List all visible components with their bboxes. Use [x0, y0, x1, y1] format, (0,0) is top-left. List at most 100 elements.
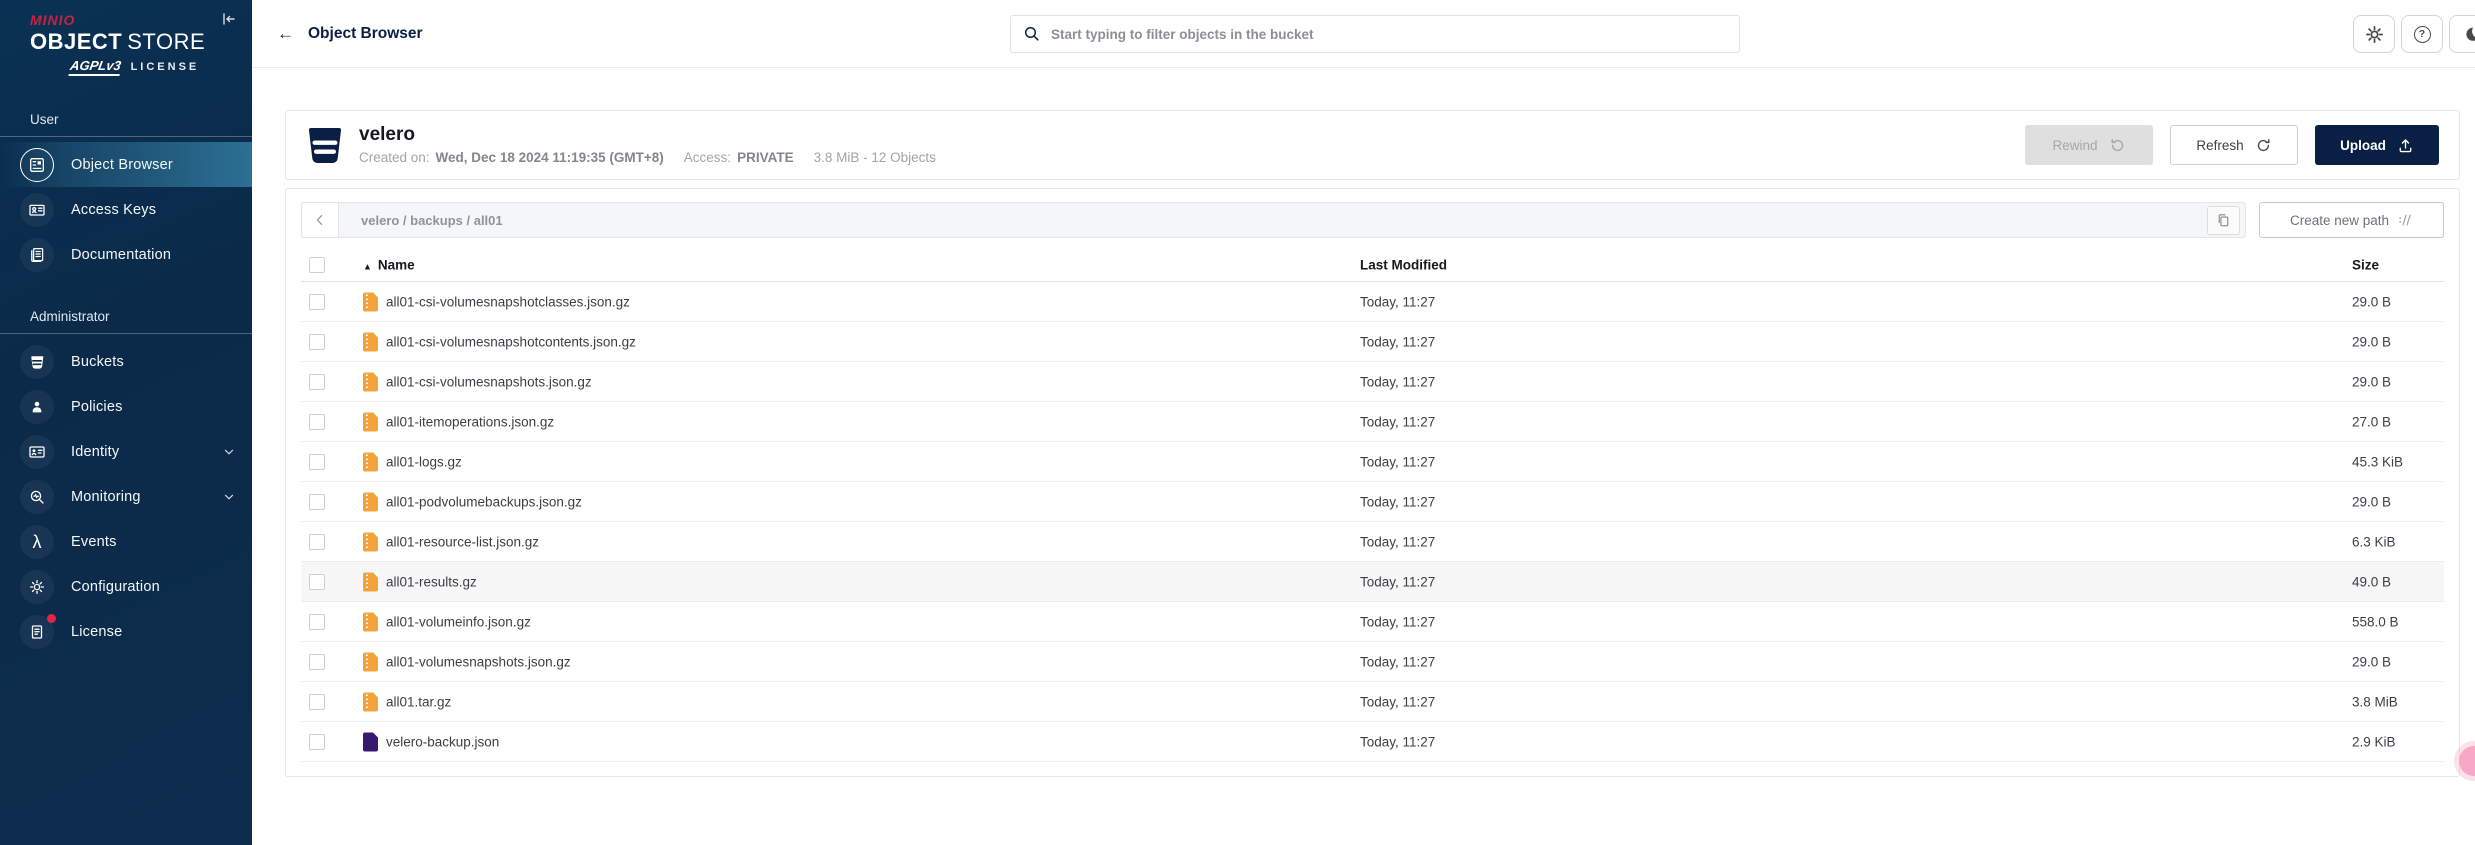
- row-checkbox[interactable]: [309, 373, 325, 390]
- object-name[interactable]: all01-csi-volumesnapshotcontents.json.gz: [386, 334, 636, 349]
- row-checkbox[interactable]: [309, 533, 325, 550]
- upload-button[interactable]: Upload: [2315, 125, 2439, 165]
- table-row[interactable]: all01-itemoperations.json.gz Today, 11:27…: [301, 402, 2444, 442]
- object-size: 558.0 B: [2352, 614, 2399, 629]
- collapse-sidebar-icon[interactable]: [218, 8, 240, 30]
- bucket-header: velero Created on: Wed, Dec 18 2024 11:1…: [285, 110, 2460, 180]
- object-size: 29.0 B: [2352, 334, 2392, 349]
- help-button[interactable]: ?: [2401, 15, 2443, 53]
- object-size: 29.0 B: [2352, 374, 2392, 389]
- sidebar: MINIO OBJECT STORE AGPLv3 LICENSE User Obj…: [0, 0, 252, 845]
- object-name[interactable]: all01-logs.gz: [386, 454, 462, 469]
- sidebar-item-license[interactable]: License: [0, 609, 252, 654]
- dark-mode-button[interactable]: [2449, 15, 2475, 53]
- select-all-checkbox[interactable]: [309, 256, 325, 273]
- object-size: 2.9 KiB: [2352, 734, 2396, 749]
- object-name[interactable]: all01-itemoperations.json.gz: [386, 414, 554, 429]
- object-name[interactable]: all01-resource-list.json.gz: [386, 534, 539, 549]
- table-row[interactable]: all01-csi-volumesnapshotcontents.json.gz…: [301, 322, 2444, 362]
- object-name[interactable]: all01-volumesnapshots.json.gz: [386, 654, 571, 669]
- rewind-button[interactable]: Rewind: [2025, 125, 2153, 165]
- object-name[interactable]: all01-csi-volumesnapshotclasses.json.gz: [386, 294, 630, 309]
- table-row[interactable]: all01-csi-volumesnapshots.json.gz Today, …: [301, 362, 2444, 402]
- size-column-header[interactable]: Size: [2352, 257, 2379, 272]
- sidebar-section: User Object Browser Access Keys Documentati…: [0, 104, 252, 277]
- archive-file-icon: [363, 292, 378, 311]
- breadcrumb: velero / backups / all01: [361, 212, 503, 228]
- sort-asc-icon: ▲: [363, 261, 372, 271]
- documentation-icon: [20, 237, 54, 272]
- row-checkbox[interactable]: [309, 693, 325, 710]
- table-row[interactable]: all01-csi-volumesnapshotclasses.json.gz T…: [301, 282, 2444, 322]
- object-name[interactable]: all01.tar.gz: [386, 694, 451, 709]
- row-checkbox[interactable]: [309, 733, 325, 750]
- divider: [0, 333, 252, 334]
- table-row[interactable]: all01-resource-list.json.gz Today, 11:27 6…: [301, 522, 2444, 562]
- copy-path-button[interactable]: [2207, 205, 2240, 235]
- sidebar-item-buckets[interactable]: Buckets: [0, 339, 252, 384]
- sidebar-item-object-browser[interactable]: Object Browser: [0, 142, 252, 187]
- license-line: AGPLv3 LICENSE: [68, 58, 236, 76]
- license-icon: [20, 613, 56, 649]
- sidebar-item-label: Events: [71, 533, 117, 550]
- path-back-button[interactable]: [302, 203, 339, 237]
- identity-icon: [20, 434, 54, 469]
- rewind-icon: [2109, 137, 2126, 154]
- modified-column-header[interactable]: Last Modified: [1360, 257, 1447, 272]
- sidebar-item-configuration[interactable]: Configuration: [0, 564, 252, 609]
- sidebar-item-documentation[interactable]: Documentation: [0, 232, 252, 277]
- refresh-button[interactable]: Refresh: [2170, 125, 2298, 165]
- archive-file-icon: [363, 412, 378, 431]
- row-checkbox[interactable]: [309, 293, 325, 310]
- back-arrow-icon[interactable]: ←: [277, 24, 294, 44]
- create-new-path-button[interactable]: Create new path: [2259, 202, 2444, 238]
- table-row[interactable]: all01-results.gz Today, 11:27 49.0 B: [301, 562, 2444, 602]
- object-name[interactable]: all01-podvolumebackups.json.gz: [386, 494, 582, 509]
- sidebar-item-identity[interactable]: Identity: [0, 429, 252, 474]
- sidebar-item-access-keys[interactable]: Access Keys: [0, 187, 252, 232]
- buckets-icon: [20, 344, 54, 379]
- object-last-modified: Today, 11:27: [1360, 574, 1436, 589]
- table-row[interactable]: all01-logs.gz Today, 11:27 45.3 KiB: [301, 442, 2444, 482]
- table-row[interactable]: all01-volumesnapshots.json.gz Today, 11:2…: [301, 642, 2444, 682]
- sidebar-section: Administrator Buckets Policies Identity Moni…: [0, 301, 252, 654]
- object-name[interactable]: all01-csi-volumesnapshots.json.gz: [386, 374, 592, 389]
- page-title: Object Browser: [308, 24, 423, 42]
- table-row[interactable]: velero-backup.json Today, 11:27 2.9 KiB: [301, 722, 2444, 762]
- object-name[interactable]: all01-results.gz: [386, 574, 477, 589]
- sidebar-item-events[interactable]: λ Events: [0, 519, 252, 564]
- access-value: PRIVATE: [737, 149, 794, 165]
- main-area: ← Object Browser Start typing to filter …: [252, 0, 2475, 845]
- content: velero Created on: Wed, Dec 18 2024 11:1…: [252, 68, 2475, 777]
- object-last-modified: Today, 11:27: [1360, 454, 1436, 469]
- row-checkbox[interactable]: [309, 653, 325, 670]
- help-icon: ?: [2413, 25, 2431, 43]
- gear-icon: [2364, 24, 2385, 45]
- sidebar-item-policies[interactable]: Policies: [0, 384, 252, 429]
- object-last-modified: Today, 11:27: [1360, 414, 1436, 429]
- object-last-modified: Today, 11:27: [1360, 374, 1436, 389]
- search-icon: [1023, 25, 1041, 43]
- object-size: 29.0 B: [2352, 294, 2392, 309]
- row-checkbox[interactable]: [309, 333, 325, 350]
- row-checkbox[interactable]: [309, 453, 325, 470]
- object-name[interactable]: velero-backup.json: [386, 734, 499, 749]
- table-row[interactable]: all01.tar.gz Today, 11:27 3.8 MiB: [301, 682, 2444, 722]
- sidebar-item-monitoring[interactable]: Monitoring: [0, 474, 252, 519]
- search-input[interactable]: [1051, 26, 1727, 42]
- settings-button[interactable]: [2353, 15, 2395, 53]
- created-label: Created on:: [359, 149, 430, 165]
- name-column-header[interactable]: ▲ Name: [363, 257, 415, 272]
- notification-badge: [47, 613, 56, 623]
- row-checkbox[interactable]: [309, 493, 325, 510]
- search-bar: [1010, 15, 1740, 53]
- row-checkbox[interactable]: [309, 573, 325, 590]
- row-checkbox[interactable]: [309, 613, 325, 630]
- object-last-modified: Today, 11:27: [1360, 694, 1436, 709]
- object-last-modified: Today, 11:27: [1360, 294, 1436, 309]
- object-name[interactable]: all01-volumeinfo.json.gz: [386, 614, 531, 629]
- table-row[interactable]: all01-podvolumebackups.json.gz Today, 11:…: [301, 482, 2444, 522]
- table-row[interactable]: all01-volumeinfo.json.gz Today, 11:27 558.…: [301, 602, 2444, 642]
- sidebar-item-label: Policies: [71, 398, 123, 415]
- row-checkbox[interactable]: [309, 413, 325, 430]
